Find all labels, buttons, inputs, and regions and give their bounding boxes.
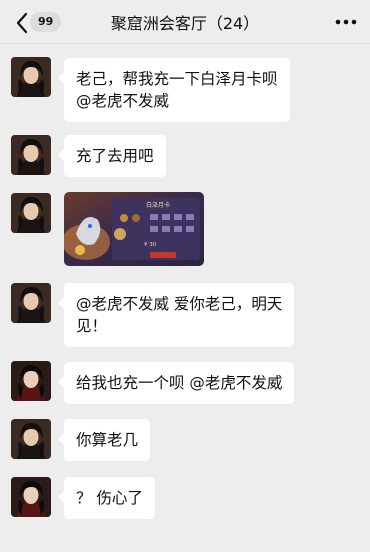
avatar-portrait-icon [11,419,51,459]
image-price-text: ¥ 30 [144,242,157,248]
avatar-portrait-icon [11,135,51,175]
chat-title: 聚窟洲会客厅（24） [110,14,260,33]
avatar[interactable] [11,477,51,517]
avatar-portrait-icon [11,193,51,233]
more-dots-icon [335,19,357,25]
message-bubble[interactable]: ？ 伤心了 [58,477,155,519]
unread-count-badge: 99 [30,12,62,32]
image-title-text: 白泽月卡 [146,201,170,209]
avatar-portrait-icon [11,477,51,517]
image-message[interactable]: 白泽月卡 ¥ 30 [64,192,204,266]
avatar[interactable] [11,57,51,97]
game-screenshot-image: 白泽月卡 ¥ 30 [64,192,204,266]
top-bar: 99 聚窟洲会客厅（24） [0,0,370,44]
avatar[interactable] [11,361,51,401]
message-bubble[interactable]: 充了去用吧 [58,135,166,177]
avatar[interactable] [11,283,51,323]
message-bubble[interactable]: 你算老几 [57,419,151,461]
avatar-portrait-icon [11,361,51,401]
message-bubble[interactable]: @老虎不发威 爱你老己，明天 见！ [57,283,295,347]
avatar-portrait-icon [11,57,51,97]
more-button[interactable] [334,14,358,30]
avatar[interactable] [11,193,51,233]
chevron-left-icon [16,12,28,34]
message-bubble[interactable]: 给我也充一个呗 @老虎不发威 [57,362,295,404]
message-bubble[interactable]: 老己，帮我充一下白泽月卡呗 @老虎不发威 [58,58,290,122]
avatar[interactable] [11,135,51,175]
avatar[interactable] [11,419,51,459]
avatar-portrait-icon [11,283,51,323]
